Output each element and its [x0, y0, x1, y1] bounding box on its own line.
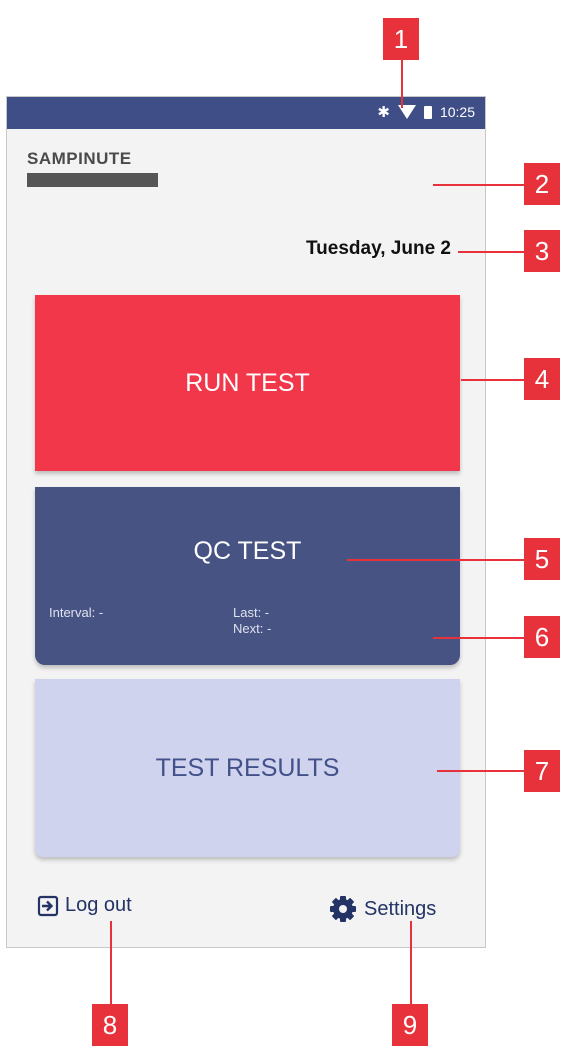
run-test-button[interactable]: RUN TEST: [35, 295, 460, 471]
battery-icon: [423, 105, 432, 119]
logo-bar: [27, 173, 158, 187]
callout-line-6: [433, 637, 525, 639]
logout-icon: [37, 895, 59, 916]
bluetooth-icon: ✱: [377, 103, 390, 121]
settings-label: Settings: [364, 897, 437, 920]
status-icons: ✱ 10:25: [377, 104, 475, 120]
qc-last: Last: -: [233, 605, 270, 620]
run-test-label: RUN TEST: [185, 368, 310, 397]
callout-line-5: [347, 559, 525, 561]
callout-3: 3: [524, 230, 560, 272]
status-bar: ✱ 10:25: [7, 97, 485, 129]
callout-1: 1: [383, 18, 419, 60]
callout-line-4: [461, 379, 525, 381]
test-results-button[interactable]: TEST RESULTS: [35, 679, 460, 857]
logout-label: Log out: [65, 894, 132, 916]
callout-5: 5: [524, 538, 560, 580]
logo: SAMPINUTE: [27, 149, 132, 168]
callout-4: 4: [524, 358, 560, 400]
callout-6: 6: [524, 616, 560, 658]
date-label: Tuesday, June 2: [305, 238, 451, 259]
callout-2: 2: [524, 163, 560, 205]
qc-test-label: QC TEST: [193, 537, 302, 565]
callout-line-3: [458, 251, 525, 253]
callout-7: 7: [524, 750, 560, 792]
test-results-label: TEST RESULTS: [155, 753, 340, 782]
callout-line-2: [433, 184, 525, 186]
device-screen: ✱ 10:25 SAMPINUTE Tuesday, June 2 RUN TE…: [6, 96, 486, 948]
settings-button[interactable]: Settings: [328, 894, 436, 924]
logout-button[interactable]: Log out: [37, 894, 132, 917]
qc-interval: Interval: -: [49, 605, 104, 620]
callout-line-7: [437, 770, 525, 772]
qc-next: Next: -: [233, 621, 272, 636]
qc-test-button[interactable]: QC TEST Interval: - Last: - Next: -: [35, 487, 460, 665]
callout-8: 8: [92, 1004, 128, 1046]
status-time: 10:25: [439, 104, 475, 120]
callout-9: 9: [392, 1004, 428, 1046]
gear-icon: [330, 896, 356, 922]
